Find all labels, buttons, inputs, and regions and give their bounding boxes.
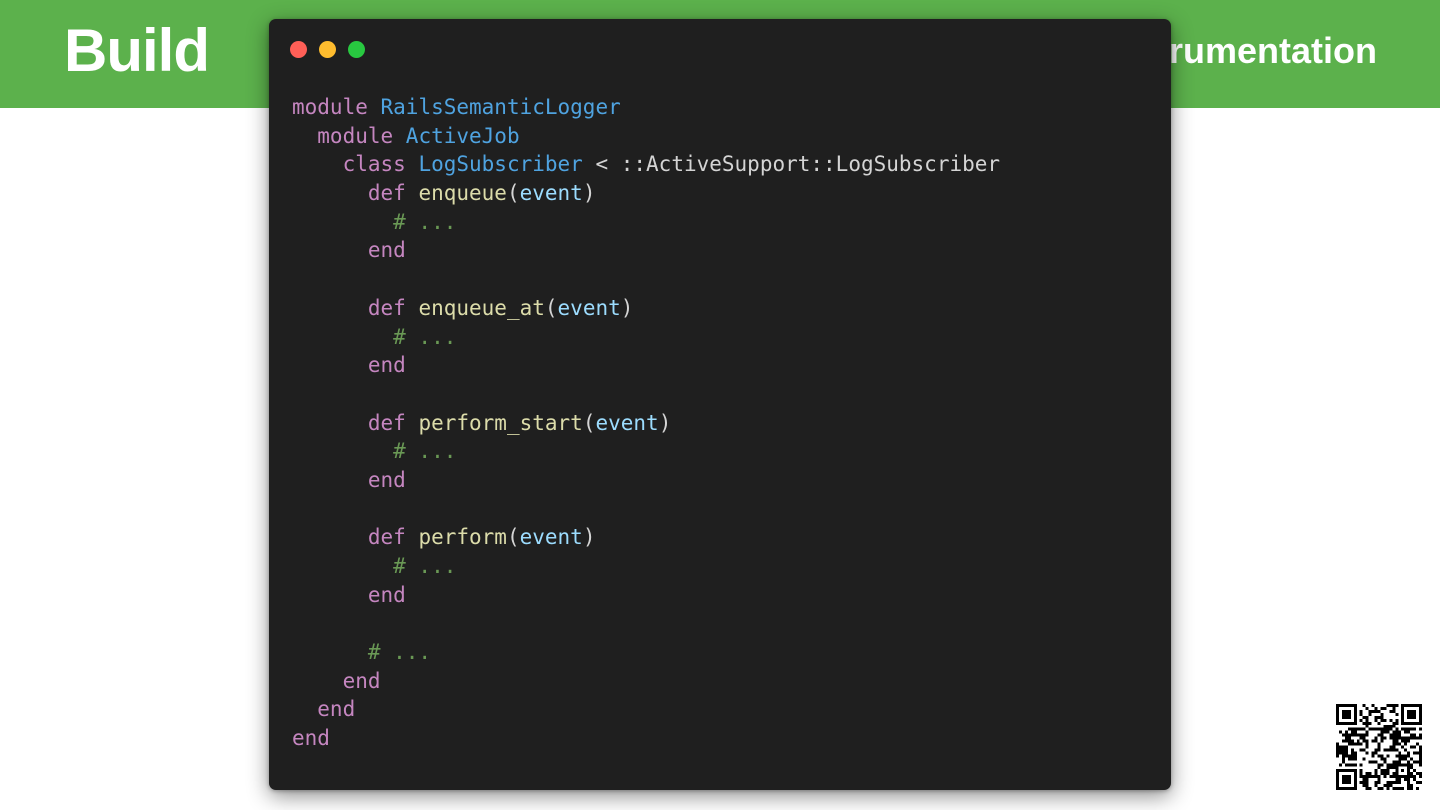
code-line: end — [292, 351, 1000, 380]
code-window: module RailsSemanticLogger module Active… — [269, 19, 1171, 790]
code-line: end — [292, 466, 1000, 495]
code-line: # ... — [292, 323, 1000, 352]
code-token: event — [519, 525, 583, 550]
close-window-button[interactable] — [290, 41, 307, 58]
code-token: RailsSemanticLogger — [380, 95, 621, 119]
code-line: end — [292, 581, 1000, 610]
code-token: event — [519, 181, 583, 206]
code-line: module ActiveJob — [292, 122, 1000, 151]
code-block: module RailsSemanticLogger module Active… — [292, 93, 1000, 753]
code-token: end — [292, 582, 406, 607]
code-line: end — [292, 236, 1000, 265]
code-token: LogSubscriber — [418, 152, 583, 177]
code-token: class — [292, 152, 419, 177]
minimize-window-button[interactable] — [319, 41, 336, 58]
slide-subtitle: rumentation — [1168, 30, 1377, 71]
code-token: ) — [582, 525, 596, 550]
code-token: end — [292, 238, 406, 263]
code-token: perform_start — [418, 410, 583, 435]
code-token: ) — [582, 181, 596, 206]
code-token: def — [292, 181, 419, 206]
code-token: # ... — [292, 324, 457, 349]
code-token: event — [595, 410, 659, 435]
code-token: # ... — [292, 640, 432, 665]
code-line: # ... — [292, 208, 1000, 237]
code-token: ( — [582, 410, 596, 435]
code-token: enqueue — [418, 181, 507, 206]
code-line: # ... — [292, 552, 1000, 581]
code-token: module — [292, 123, 406, 148]
code-token: enqueue_at — [418, 295, 545, 320]
code-line: end — [292, 724, 1000, 753]
code-token: def — [292, 410, 419, 435]
code-token: ) — [658, 410, 672, 435]
code-token: # ... — [292, 209, 457, 234]
code-token: module — [292, 95, 381, 119]
code-token: end — [292, 726, 330, 751]
maximize-window-button[interactable] — [348, 41, 365, 58]
code-line: def enqueue(event) — [292, 179, 1000, 208]
code-line: # ... — [292, 638, 1000, 667]
code-token: end — [292, 697, 356, 722]
code-token: end — [292, 353, 406, 378]
code-token: ( — [544, 295, 558, 320]
code-line: end — [292, 695, 1000, 724]
code-line: # ... — [292, 437, 1000, 466]
code-token: ( — [506, 525, 520, 550]
slide-title: Build — [64, 17, 210, 84]
code-token: end — [292, 467, 406, 492]
code-line: def enqueue_at(event) — [292, 294, 1000, 323]
code-token: # ... — [292, 554, 457, 578]
code-line: end — [292, 667, 1000, 696]
code-token: def — [292, 295, 419, 320]
code-line: def perform(event) — [292, 523, 1000, 552]
code-token: ) — [620, 295, 634, 320]
slide: Build rumentation module RailsSemanticLo… — [0, 0, 1440, 810]
code-line: def perform_start(event) — [292, 409, 1000, 438]
qr-code-icon — [1336, 704, 1422, 790]
code-token: ( — [506, 181, 520, 206]
code-token: def — [292, 525, 419, 550]
code-token: event — [557, 295, 621, 320]
code-line: class LogSubscriber < ::ActiveSupport::L… — [292, 150, 1000, 179]
code-token: < ::ActiveSupport::LogSubscriber — [582, 152, 1001, 177]
code-token: # ... — [292, 439, 457, 464]
code-token: ActiveJob — [405, 123, 520, 148]
code-token: end — [292, 668, 381, 693]
code-token: perform — [418, 525, 507, 550]
code-line: module RailsSemanticLogger — [292, 93, 1000, 122]
